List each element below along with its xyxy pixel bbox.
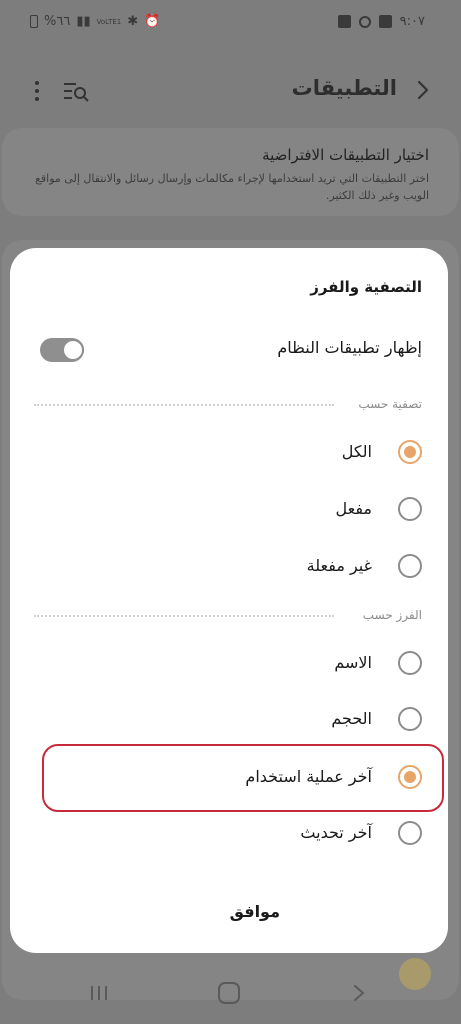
default-apps-card[interactable]: اختيار التطبيقات الافتراضية اختر التطبيق… — [2, 128, 459, 216]
sort-section-header: الفرز حسب — [362, 608, 422, 622]
filter-option-label: مفعل — [335, 499, 373, 518]
sort-name-radio[interactable] — [398, 651, 422, 675]
ok-button[interactable]: موافق — [222, 898, 288, 925]
filter-section-divider — [34, 404, 334, 406]
toggle-knob — [62, 339, 84, 361]
gallery-icon — [378, 15, 392, 28]
sort-option-last-updated[interactable]: آخر تحديث — [10, 809, 448, 859]
filter-option-disabled[interactable]: غير مفعلة — [10, 542, 448, 592]
filter-option-enabled[interactable]: مفعل — [10, 485, 448, 535]
recent-apps-icon[interactable] — [88, 984, 110, 1002]
back-icon[interactable] — [352, 984, 366, 1002]
dialog-title: التصفية والفرز — [310, 278, 422, 296]
filter-enabled-radio[interactable] — [398, 497, 422, 521]
show-system-apps-toggle[interactable] — [40, 338, 84, 362]
filter-all-radio[interactable] — [398, 440, 422, 464]
filter-sort-dialog: التصفية والفرز إظهار تطبيقات النظام تصفي… — [10, 248, 448, 953]
show-system-apps-row[interactable]: إظهار تطبيقات النظام — [10, 324, 448, 374]
signal-icon: ▮▮ — [76, 14, 91, 29]
filter-section-header: تصفية حسب — [358, 397, 422, 411]
more-options-icon[interactable] — [30, 80, 44, 102]
status-bar: %٦٦ ▮▮ VoLTE1 ✱ ⏰ ٩:٠٧ — [0, 0, 461, 50]
filter-option-label: غير مفعلة — [306, 556, 372, 575]
sort-size-radio[interactable] — [398, 707, 422, 731]
page-title: التطبيقات — [291, 76, 397, 100]
sort-option-name[interactable]: الاسم — [10, 639, 448, 689]
show-system-apps-label: إظهار تطبيقات النظام — [277, 338, 422, 357]
home-icon[interactable] — [218, 982, 240, 1004]
status-right: ٩:٠٧ — [337, 14, 425, 29]
status-time: ٩:٠٧ — [399, 14, 425, 29]
alarm-icon: ⏰ — [144, 14, 161, 29]
highlight-annotation — [42, 744, 444, 812]
sort-option-label: الحجم — [331, 709, 372, 728]
battery-percent: %٦٦ — [44, 14, 71, 29]
status-left: %٦٦ ▮▮ VoLTE1 ✱ ⏰ — [30, 14, 160, 29]
bluetooth-icon: ✱ — [127, 14, 139, 29]
default-apps-description: اختر التطبيقات التي تريد استخدامها لإجرا… — [35, 172, 429, 202]
chevron-back-icon[interactable] — [411, 78, 435, 102]
search-filter-icon[interactable] — [62, 80, 90, 102]
sort-option-size[interactable]: الحجم — [10, 695, 448, 745]
sort-section-divider — [34, 615, 334, 617]
filter-disabled-radio[interactable] — [398, 554, 422, 578]
sort-option-label: آخر تحديث — [300, 823, 372, 842]
navigation-bar — [0, 964, 461, 1024]
battery-icon — [30, 15, 38, 28]
checklist-icon — [337, 15, 351, 28]
sort-last-updated-radio[interactable] — [398, 821, 422, 845]
record-icon — [358, 15, 371, 28]
filter-option-all[interactable]: الكل — [10, 428, 448, 478]
app-header: التطبيقات — [0, 60, 461, 120]
volte-label: VoLTE1 — [96, 17, 122, 26]
filter-option-label: الكل — [341, 442, 372, 461]
sort-option-label: الاسم — [334, 653, 372, 672]
default-apps-title: اختيار التطبيقات الافتراضية — [262, 146, 429, 164]
